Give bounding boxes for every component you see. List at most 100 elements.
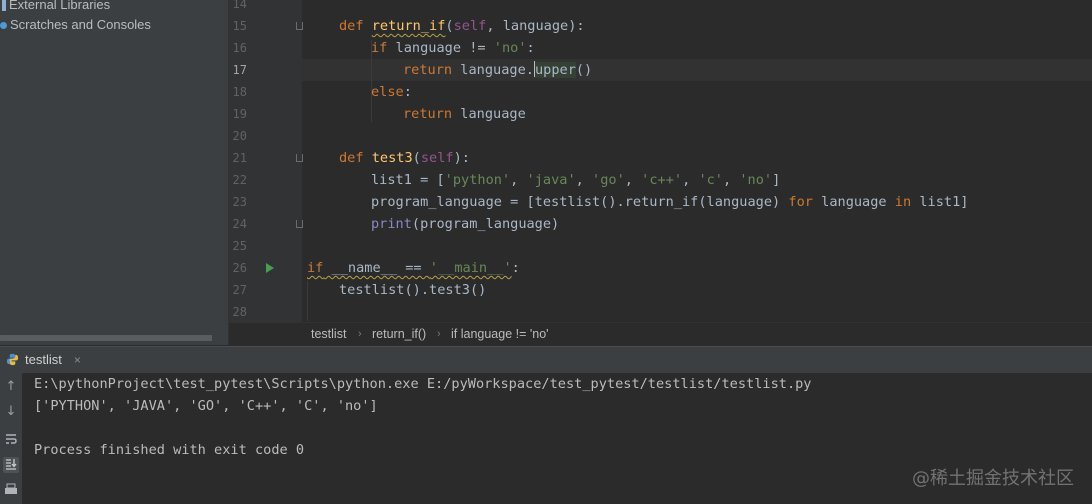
run-tab[interactable]: testlist ×: [6, 347, 81, 373]
code-text: testlist().test3(): [339, 282, 487, 298]
code-text: list1 = [: [371, 172, 445, 188]
code-text: ,: [575, 172, 593, 188]
line-number: 23: [232, 195, 247, 209]
console-line: ['PYTHON', 'JAVA', 'GO', 'C++', 'C', 'no…: [34, 398, 378, 414]
code-text: ,: [723, 172, 740, 188]
line-number-current: 17: [232, 63, 247, 77]
code-text: (): [575, 62, 593, 78]
function-name: return_if: [371, 18, 446, 34]
code-line-27: testlist().test3(): [307, 279, 486, 301]
method-name: upper: [534, 62, 576, 78]
line-number: 14: [232, 0, 247, 11]
code-text: language.: [452, 62, 534, 78]
console-line: E:\pythonProject\test_pytest\Scripts\pyt…: [34, 376, 812, 392]
string-literal: 'python': [444, 172, 511, 188]
line-number: 25: [232, 239, 247, 253]
sidebar-horizontal-scrollbar[interactable]: [0, 335, 212, 341]
breadcrumb-item[interactable]: return_if(): [372, 323, 426, 346]
scroll-to-end-icon[interactable]: [3, 457, 19, 473]
line-number: 18: [232, 85, 247, 99]
tree-item-label: Scratches and Consoles: [10, 17, 151, 32]
code-text: :: [526, 40, 535, 56]
line-number: 27: [232, 283, 247, 297]
keyword: in: [894, 194, 912, 210]
keyword: if: [371, 40, 388, 56]
up-arrow-icon[interactable]: ↑: [3, 379, 19, 395]
builtin-function: print: [371, 216, 412, 232]
line-number: 22: [232, 173, 247, 187]
tree-item-scratches[interactable]: Scratches and Consoles: [0, 16, 151, 34]
line-number: 26: [232, 261, 247, 275]
down-arrow-icon[interactable]: ↓: [3, 404, 19, 420]
function-name: test3: [371, 150, 413, 166]
run-toolbar: ↑ ↓: [0, 373, 22, 504]
line-number: 28: [232, 305, 247, 319]
breadcrumb-item[interactable]: if language != 'no': [451, 323, 549, 346]
string-literal: 'no': [739, 172, 773, 188]
keyword: return: [403, 62, 453, 78]
library-icon: [2, 0, 6, 12]
fold-marker-icon[interactable]: [296, 154, 303, 162]
string-literal: 'no': [493, 40, 527, 56]
code-text: ,: [510, 172, 527, 188]
code-text: ):: [453, 150, 470, 166]
code-text: language !=: [387, 40, 494, 56]
keyword: for: [788, 194, 813, 210]
string-literal: 'c': [698, 172, 723, 188]
project-sidebar: External Libraries Scratches and Console…: [0, 0, 229, 345]
line-number: 16: [232, 41, 247, 55]
soft-wrap-icon[interactable]: [3, 432, 19, 448]
code-text: , language):: [486, 18, 585, 34]
code-line-23: program_language = [testlist().return_if…: [307, 191, 968, 213]
keyword: def: [339, 150, 364, 166]
code-line-21: def test3(self):: [339, 150, 470, 166]
console-line: Process finished with exit code 0: [34, 442, 305, 458]
line-number: 15: [232, 19, 247, 33]
run-panel-header: testlist ×: [0, 346, 1092, 374]
line-number: 24: [232, 217, 247, 231]
watermark: @稀土掘金技术社区: [912, 468, 1074, 489]
code-line-17: return language.upper(): [307, 59, 592, 81]
code-line-24: print(program_language): [307, 213, 559, 235]
code-text: list1]: [911, 194, 969, 210]
run-tab-label: testlist: [25, 352, 62, 367]
breadcrumb-separator-icon: ›: [437, 328, 441, 340]
print-icon[interactable]: [3, 483, 19, 499]
code-line-19: return language: [307, 103, 526, 125]
line-number: 20: [232, 129, 247, 143]
string-literal: 'c++': [641, 172, 683, 188]
code-text: ,: [624, 172, 642, 188]
string-literal: 'java': [526, 172, 576, 188]
breadcrumb: testlist › return_if() › if language != …: [229, 322, 1092, 346]
tree-item-external-libraries[interactable]: External Libraries: [2, 0, 110, 14]
string-literal: '__main__': [429, 260, 512, 276]
self-param: self: [453, 18, 487, 34]
code-line-15: def return_if(self, language):: [339, 18, 585, 34]
code-text: (program_language): [411, 216, 560, 232]
code-text: language: [812, 194, 895, 210]
code-line-22: list1 = ['python', 'java', 'go', 'c++', …: [307, 169, 780, 191]
keyword: return: [403, 106, 453, 122]
code-editor[interactable]: 14 15 16 17 18 19 20 21 22 23 24 25 26 2…: [229, 0, 1092, 322]
line-number: 21: [232, 151, 247, 165]
code-text: :: [403, 84, 412, 100]
code-text: ]: [772, 172, 781, 188]
run-gutter-icon[interactable]: [266, 263, 274, 273]
self-param: self: [420, 150, 454, 166]
close-icon[interactable]: ×: [74, 353, 81, 367]
code-line-16: if language != 'no':: [307, 37, 535, 59]
code-text: program_language = [testlist().return_if…: [371, 194, 789, 210]
breadcrumb-item[interactable]: testlist: [311, 323, 346, 346]
fold-marker-icon[interactable]: [296, 22, 303, 30]
code-text: :: [511, 260, 520, 276]
tree-item-label: External Libraries: [9, 0, 111, 12]
string-literal: 'go': [592, 172, 625, 188]
code-text: __name__ ==: [323, 260, 430, 276]
fold-marker-icon[interactable]: [296, 220, 303, 228]
code-text: language: [452, 106, 526, 122]
keyword: def: [339, 18, 364, 34]
code-line-18: else:: [307, 81, 412, 103]
code-text: ,: [682, 172, 699, 188]
keyword: else: [371, 84, 404, 100]
code-line-26: if __name__ == '__main__':: [307, 257, 520, 279]
